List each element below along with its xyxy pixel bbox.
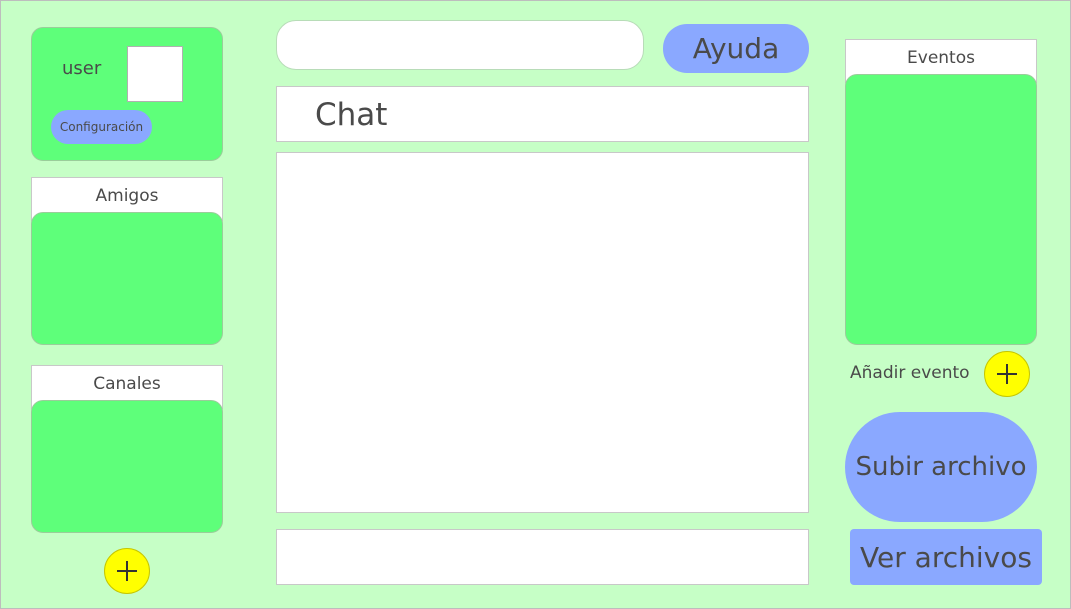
events-panel-title: Eventos [907,48,975,68]
friends-list[interactable] [31,212,223,345]
add-event-button[interactable] [984,351,1030,397]
search-input[interactable] [276,20,644,70]
settings-button[interactable]: Configuración [51,110,152,144]
friends-panel-title: Amigos [95,186,159,206]
plus-icon [997,364,1017,384]
plus-icon [117,561,137,581]
chat-header: Chat [276,86,809,142]
message-input[interactable] [276,529,809,585]
add-channel-button[interactable] [104,548,150,594]
events-list[interactable] [845,74,1037,345]
user-card: user Configuración [31,27,223,161]
help-button[interactable]: Ayuda [663,24,809,73]
view-files-button[interactable]: Ver archivos [850,529,1042,585]
app-window: user Configuración Amigos Canales Ayuda … [0,0,1071,609]
channels-list[interactable] [31,400,223,533]
username-label: user [62,58,102,79]
avatar[interactable] [127,46,183,102]
add-event-label: Añadir evento [850,363,970,383]
upload-file-button[interactable]: Subir archivo [845,412,1037,522]
channels-panel-title: Canales [93,374,161,394]
chat-title: Chat [315,97,388,133]
chat-messages-area[interactable] [276,152,809,513]
